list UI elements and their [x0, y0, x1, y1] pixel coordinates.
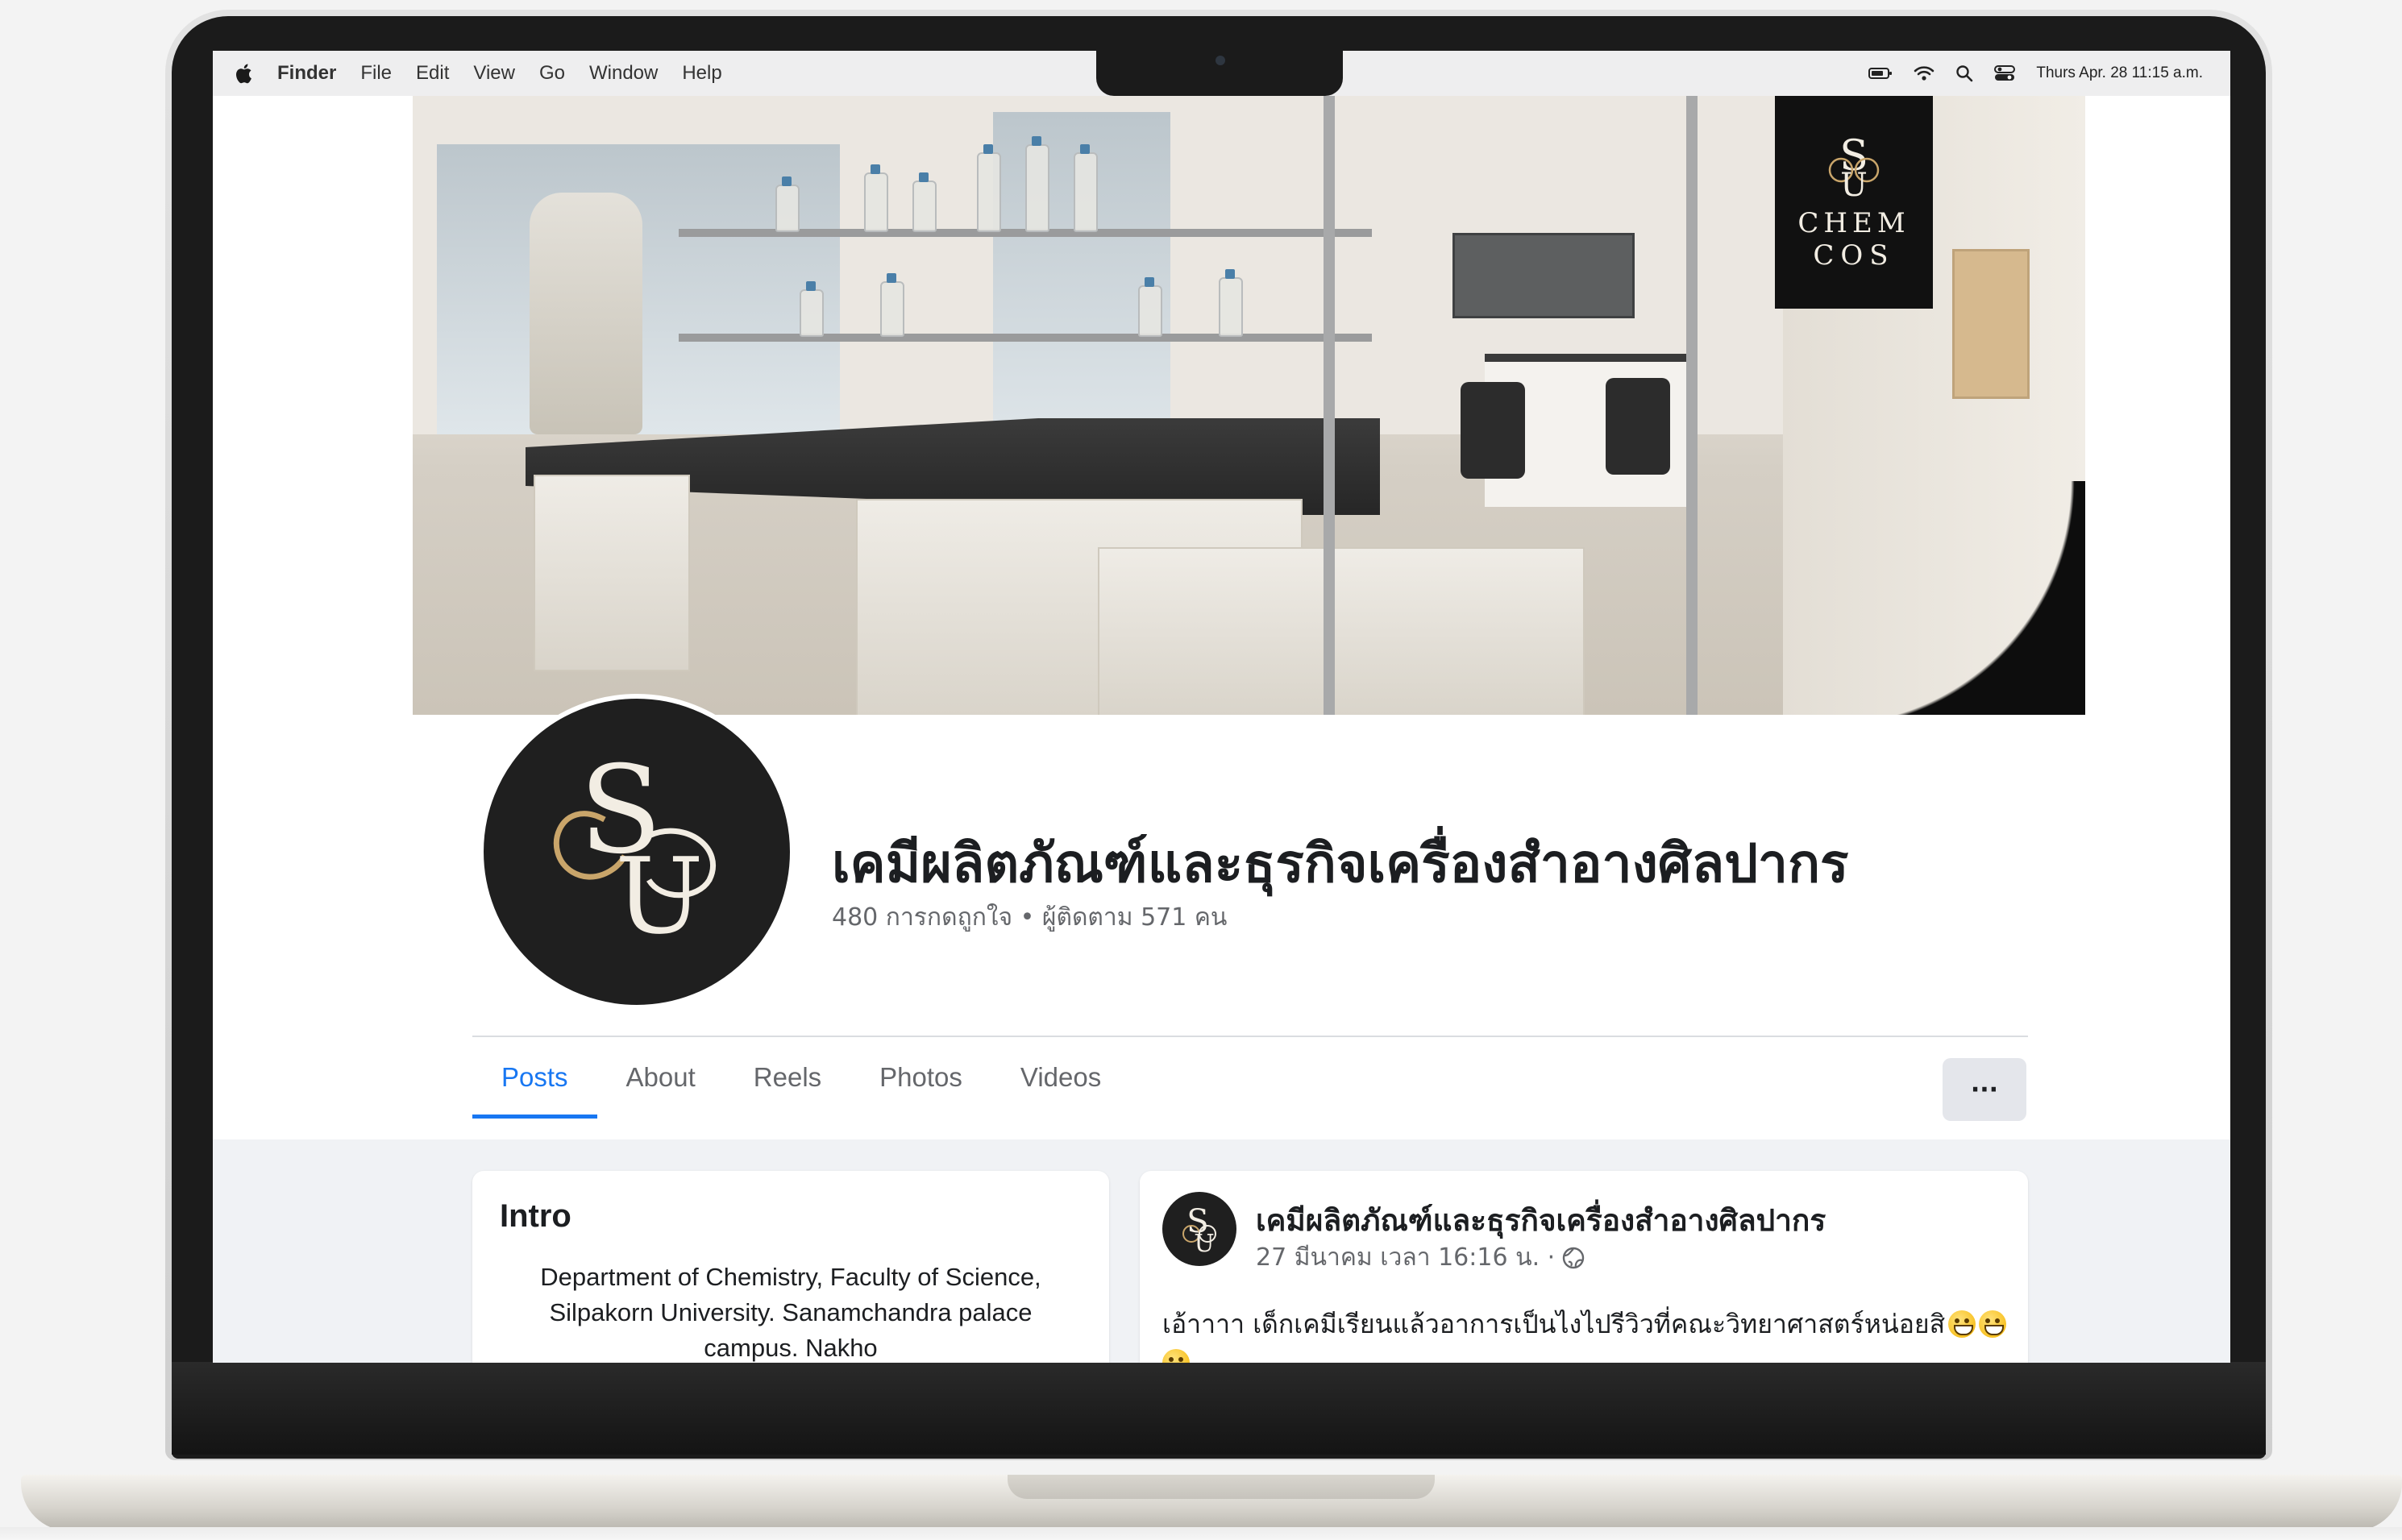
lab-bottle: [912, 172, 937, 232]
post-author-name[interactable]: เคมีผลิตภัณฑ์และธุรกิจเครื่องสำอางศิลปาก…: [1256, 1197, 1826, 1244]
lab-drawer-unit: [534, 475, 690, 671]
lab-bottle: [1074, 144, 1098, 232]
post-timestamp[interactable]: 27 มีนาคม เวลา 16:16 น. ·: [1256, 1239, 1555, 1276]
control-center-icon[interactable]: [1994, 65, 2016, 81]
su-monogram-icon: S U: [1828, 132, 1880, 204]
menubar-status-area: Thurs Apr. 28 11:15 a.m.: [1868, 51, 2203, 96]
svg-text:U: U: [1194, 1230, 1214, 1258]
tab-photos[interactable]: Photos: [850, 1039, 991, 1116]
page-avatar[interactable]: S U: [479, 694, 795, 1010]
tab-about[interactable]: About: [597, 1039, 725, 1116]
lab-bottle: [1138, 277, 1162, 337]
brand-text-chem: CHEM: [1797, 207, 1910, 239]
lab-cabinets: [1098, 547, 1585, 715]
grinning-emoji-icon: [1162, 1349, 1190, 1363]
lab-instrument: [530, 193, 642, 434]
lab-chair: [1606, 378, 1670, 475]
lab-shelf: [679, 334, 1372, 342]
wifi-icon[interactable]: [1914, 65, 1934, 81]
camera-icon: [1216, 56, 1225, 65]
lab-glass-frame: [1686, 96, 1698, 715]
menubar-clock[interactable]: Thurs Apr. 28 11:15 a.m.: [2036, 64, 2203, 82]
lab-wall-cabinet: [1452, 233, 1635, 318]
page-title: เคมีผลิตภัณฑ์และธุรกิจเครื่องสำอางศิลปาก…: [832, 832, 1849, 895]
menu-help[interactable]: Help: [682, 62, 721, 85]
post-body: เอ้าาาา เด็กเคมีเรียนแล้วอาการเป็นไงไปรี…: [1162, 1309, 1946, 1339]
tab-posts[interactable]: Posts: [472, 1039, 597, 1119]
camera-notch: [1096, 51, 1343, 96]
menu-edit[interactable]: Edit: [416, 62, 449, 85]
grinning-emoji-icon: [1979, 1310, 2007, 1338]
post-author-avatar[interactable]: S U: [1162, 1192, 1236, 1266]
lab-bottle: [977, 144, 1001, 232]
su-monogram-icon: S U: [553, 741, 717, 957]
lab-bottle: [1025, 136, 1049, 232]
grinning-emoji-icon: [1948, 1310, 1976, 1338]
menu-file[interactable]: File: [360, 62, 392, 85]
lab-glass-frame: [1324, 96, 1335, 715]
lab-bottle: [880, 273, 904, 337]
lab-hallway-door: [1952, 249, 2030, 399]
menu-go[interactable]: Go: [539, 62, 565, 85]
facebook-page: S U CHEM COS S U เคมีผลิตภัณฑ์และธุรกิจเ…: [213, 96, 2230, 1363]
cover-dark-corner: [1827, 481, 2085, 715]
screen: Finder File Edit View Go Window Help Thu…: [213, 51, 2230, 1363]
svg-text:U: U: [1840, 167, 1868, 201]
menu-finder[interactable]: Finder: [277, 62, 336, 85]
page-tabs: Posts About Reels Photos Videos: [472, 1039, 1130, 1119]
globe-icon: [1563, 1247, 1585, 1268]
cover-brand-logo: S U CHEM COS: [1775, 96, 1933, 309]
cover-photo[interactable]: S U CHEM COS: [413, 96, 2085, 715]
brand-text-cos: COS: [1813, 239, 1895, 272]
tab-reels[interactable]: Reels: [725, 1039, 850, 1116]
table-surface: [0, 1527, 2402, 1540]
lab-chair: [1461, 382, 1525, 479]
post-meta: 27 มีนาคม เวลา 16:16 น. ·: [1256, 1239, 1585, 1276]
lab-bottle: [800, 281, 824, 337]
laptop-chin: [172, 1362, 2266, 1455]
post-text: เอ้าาาา เด็กเคมีเรียนแล้วอาการเป็นไงไปรี…: [1162, 1305, 2009, 1363]
apple-icon[interactable]: [235, 62, 255, 85]
intro-card: Intro Department of Chemistry, Faculty o…: [472, 1171, 1109, 1363]
intro-description: Department of Chemistry, Faculty of Scie…: [540, 1263, 1041, 1362]
lab-bottle: [1219, 269, 1243, 337]
header-divider: [472, 1036, 2028, 1037]
more-options-button[interactable]: ···: [1943, 1058, 2026, 1121]
svg-text:U: U: [615, 835, 704, 957]
page-stats[interactable]: 480 การกดถูกใจ • ผู้ติดตาม 571 คน: [832, 899, 1227, 936]
intro-title: Intro: [500, 1198, 571, 1234]
tab-videos[interactable]: Videos: [991, 1039, 1130, 1116]
lab-bottle: [864, 164, 888, 232]
menu-view[interactable]: View: [473, 62, 515, 85]
battery-icon[interactable]: [1868, 67, 1893, 80]
su-monogram-icon: S U: [1182, 1203, 1216, 1258]
lab-bottle: [775, 176, 800, 232]
menu-window[interactable]: Window: [589, 62, 658, 85]
post-card: S U เคมีผลิตภัณฑ์และธุรกิจเครื่องสำอางศิ…: [1140, 1171, 2028, 1363]
laptop-hinge-notch: [1008, 1475, 1435, 1499]
spotlight-search-icon[interactable]: [1955, 64, 1973, 82]
